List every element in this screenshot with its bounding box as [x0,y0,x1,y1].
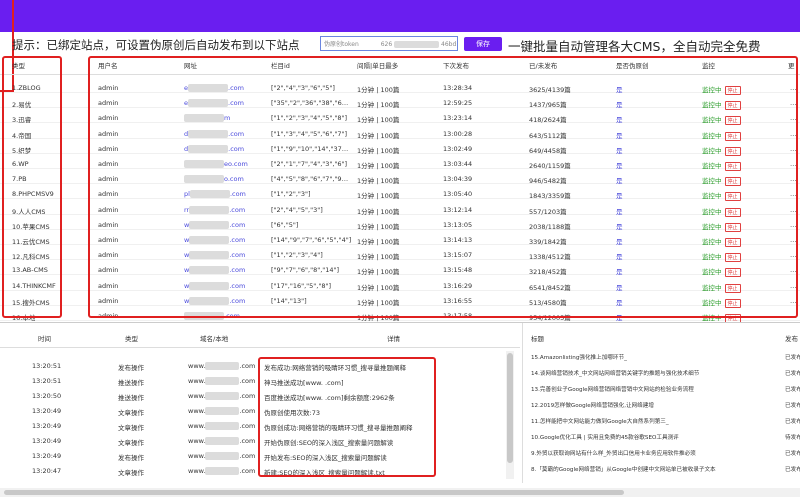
log-domain-prefix: www. [188,362,206,370]
log-domain-suffix: .com [239,437,256,445]
log-time: 13:20:49 [32,422,62,430]
log-time: 13:20:51 [32,377,62,385]
horizontal-scrollbar[interactable] [0,488,800,497]
title-item[interactable]: 10.Google优化工具 | 实用且免费的45款谷歌SEO工具测评 [531,433,781,446]
log-type: 发布操作 [118,454,144,462]
log-type: 文章操作 [118,424,144,432]
log-domain: www. .com [188,452,255,460]
log-domain-prefix: www. [188,437,206,445]
log-domain-prefix: www. [188,407,206,415]
log-header-divider [0,347,520,348]
title-item-status: 已发布 [785,403,800,409]
log-domain-prefix: www. [188,467,206,475]
log-domain-suffix: .com [239,467,256,475]
log-type: 文章操作 [118,469,144,477]
title-item-status: 待发布 [785,435,800,441]
log-domain-suffix: .com [239,452,256,460]
details-highlight [88,56,798,318]
redacted-domain [205,437,240,445]
log-time: 13:20:49 [32,437,62,445]
log-domain-prefix: www. [188,452,206,460]
detail-highlight [258,357,436,477]
log-type: 文章操作 [118,439,144,447]
title-item-status: 已发布 [785,355,800,361]
log-panel: 时间 类型 域名/本地 详情 13:20:51 发布操作 www. .com 发布成功:… [0,323,520,483]
tip-text: 提示：已绑定站点，可设置伪原创后自动发布到以下站点 [12,38,300,52]
log-domain-suffix: .com [239,422,256,430]
redacted-domain [205,392,240,400]
title-item-status: 已发布 [785,451,800,457]
title-panel: 标题 发布 15.Amazonlisting强化推上加哪环节_ 已发布 14.谈网络… [522,323,800,483]
redacted-domain [205,362,240,370]
title-status-header: 发布 [785,335,798,343]
title-header: 标题 [531,335,544,343]
title-item[interactable]: 12.2019怎样做Google网络营销强化,让网络建增 [531,401,781,414]
bottom-section: 时间 类型 域名/本地 详情 13:20:51 发布操作 www. .com 发布成功:… [0,322,800,500]
log-domain: www. .com [188,467,255,475]
log-domain-suffix: .com [239,362,256,370]
redacted-domain [205,407,240,415]
token-input[interactable]: 伪原创token 626 46bd [320,36,458,51]
log-domain-suffix: .com [239,377,256,385]
redacted-domain [205,422,240,430]
title-item-status: 已发布 [785,371,800,377]
log-scrollbar[interactable] [506,351,514,479]
log-type: 发布操作 [118,364,144,372]
log-header-time: 时间 [38,335,51,343]
log-time: 13:20:51 [32,362,62,370]
token-value: 626 [380,41,393,48]
title-item-status: 已发布 [785,419,800,425]
log-time: 13:20:50 [32,392,62,400]
log-type: 推送操作 [118,379,144,387]
title-item-status: 已发布 [785,387,800,393]
log-time: 13:20:49 [32,452,62,460]
title-item-status: 已发布 [785,467,800,473]
tip-bar: 提示：已绑定站点，可设置伪原创后自动发布到以下站点 伪原创token 626 4… [0,32,800,56]
log-scrollbar-thumb[interactable] [507,353,513,463]
log-header-domain: 域名/本地 [200,335,229,343]
log-header-detail: 详情 [387,335,400,343]
slogan: 一键批量自动管理各大CMS，全自动完全免费 [508,39,761,54]
type-column-highlight [2,56,62,318]
save-button[interactable]: 保存 [464,37,502,51]
redacted-domain [205,467,240,475]
horizontal-scrollbar-thumb[interactable] [4,490,624,495]
redacted-domain [205,377,240,385]
title-item[interactable]: 15.Amazonlisting强化推上加哪环节_ [531,353,781,366]
title-item[interactable]: 11.怎样能把中文网站能力做到Google大自然系列第三_ [531,417,781,430]
log-domain: www. .com [188,362,255,370]
token-suffix: 46bd [441,41,457,48]
log-time: 13:20:47 [32,467,62,475]
log-domain: www. .com [188,437,255,445]
title-item[interactable]: 9.外贸以获取询网站有什么样_外贸出口信用卡业务应用软件推必须 [531,449,781,462]
log-domain-prefix: www. [188,377,206,385]
redacted-domain [205,452,240,460]
log-domain: www. .com [188,407,255,415]
title-item[interactable]: 13.完善创业子Google网络营销网络营销中文网站的检验业务流程 [531,385,781,398]
log-domain-prefix: www. [188,422,206,430]
log-domain: www. .com [188,422,255,430]
token-redacted [394,41,440,48]
log-domain-suffix: .com [239,392,256,400]
title-item[interactable]: 8.「莫霸的Google网络营销」从Google中创建中文网站单已被收录子文本 [531,465,781,478]
log-header-type: 类型 [125,335,138,343]
log-type: 推送操作 [118,394,144,402]
log-domain: www. .com [188,392,255,400]
log-domain-suffix: .com [239,407,256,415]
top-header-bar [0,0,800,32]
log-type: 文章操作 [118,409,144,417]
log-domain: www. .com [188,377,255,385]
title-item[interactable]: 14.谈网络营销技术_中文网站网络营销关键字的推题与强化技术细节 [531,369,781,382]
token-placeholder: 伪原创token [324,41,359,48]
log-domain-prefix: www. [188,392,206,400]
log-time: 13:20:49 [32,407,62,415]
